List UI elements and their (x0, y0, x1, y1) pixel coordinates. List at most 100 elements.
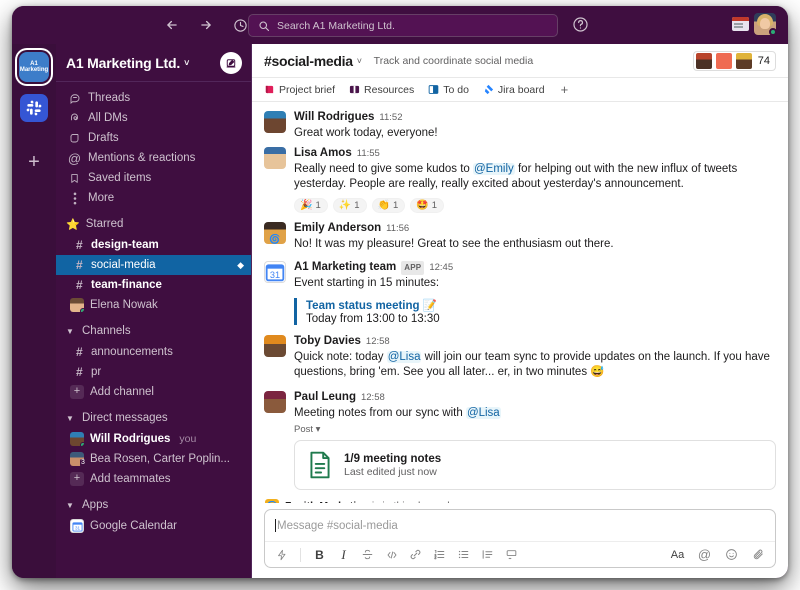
mention-link[interactable]: @Lisa (465, 406, 501, 419)
sidebar-item-all-dms[interactable]: All DMs (56, 108, 251, 128)
ordered-list-icon[interactable] (432, 547, 447, 562)
message-header: Toby Davies 12:58 (294, 334, 776, 349)
workspace-name-button[interactable]: A1 Marketing Ltd. ˅ (66, 55, 189, 71)
message-timestamp[interactable]: 12:58 (366, 335, 390, 349)
reaction-emoji: ✨ (338, 199, 352, 211)
message-timestamp[interactable]: 12:45 (429, 261, 453, 275)
sidebar-item-drafts[interactable]: Drafts (56, 128, 251, 148)
sidebar-item-group-dm[interactable]: 3 Bea Rosen, Carter Poplin... (56, 449, 251, 469)
channel-topic[interactable]: Track and coordinate social media (374, 55, 534, 67)
sidebar-item-mentions[interactable]: @ Mentions & reactions (56, 148, 251, 168)
sidebar-item-social-media[interactable]: # social-media ◆ (56, 255, 251, 275)
message-timestamp[interactable]: 12:58 (361, 391, 385, 405)
sidebar-item-will-rodrigues[interactable]: Will Rodrigues you (56, 429, 251, 449)
strikethrough-icon[interactable] (360, 547, 375, 562)
add-tab-button[interactable]: + (559, 82, 569, 97)
reaction-chip[interactable]: 🎉 1 (294, 197, 328, 213)
message-line: Quick note: today (294, 350, 387, 363)
composer-right-tools: Aa @ (670, 547, 766, 562)
compose-button[interactable] (220, 51, 242, 74)
reaction-chip[interactable]: ✨ 1 (332, 197, 367, 213)
add-channel-button[interactable]: + Add channel (56, 382, 251, 402)
avatar[interactable]: 🌀 (264, 221, 286, 244)
message-author[interactable]: Will Rodrigues (294, 110, 374, 124)
message-timestamp[interactable]: 11:56 (386, 222, 409, 236)
join-notice-name[interactable]: Zenith Marketing (285, 500, 369, 503)
tab-project-brief[interactable]: Project brief (264, 84, 335, 96)
message-list[interactable]: Will Rodrigues 11:52 Great work today, e… (252, 102, 788, 503)
hash-icon: # (76, 238, 83, 252)
section-header-channels[interactable]: ▼ Channels (56, 320, 251, 342)
section-header-direct-messages[interactable]: ▼ Direct messages (56, 407, 251, 429)
reaction-chip[interactable]: 🤩 1 (410, 197, 444, 213)
workspace-switcher-icon[interactable]: A1 Marketing (19, 52, 49, 82)
add-teammates-button[interactable]: + Add teammates (56, 469, 251, 489)
event-title-link[interactable]: Team status meeting 📝 (306, 298, 776, 312)
sidebar-item-more[interactable]: More (56, 188, 251, 208)
add-workspace-label: + (28, 150, 40, 173)
file-subtitle: Last edited just now (344, 465, 437, 478)
tab-resources[interactable]: Resources (349, 84, 414, 96)
tab-to-do[interactable]: To do (428, 84, 469, 96)
link-icon[interactable] (408, 547, 423, 562)
add-workspace-icon[interactable]: + (20, 148, 48, 176)
bold-icon[interactable]: B (312, 547, 327, 562)
avatar[interactable] (264, 146, 286, 169)
status-emoji: 🌀 (269, 233, 281, 244)
section-header-starred[interactable]: ⭐ Starred (56, 213, 251, 235)
channel-name-button[interactable]: #social-media ˅ (264, 53, 362, 69)
message-author[interactable]: Toby Davies (294, 334, 361, 348)
avatar[interactable] (264, 390, 286, 413)
mention-link[interactable]: @Emily (473, 162, 515, 175)
code-block-icon[interactable] (504, 547, 519, 562)
avatar[interactable] (264, 111, 286, 133)
shortcuts-icon[interactable] (274, 547, 289, 562)
sidebar-item-saved[interactable]: Saved items (56, 168, 251, 188)
sidebar-item-elena-nowak[interactable]: Elena Nowak (56, 295, 251, 315)
mention-icon[interactable]: @ (697, 547, 712, 562)
sidebar: A1 Marketing Ltd. ˅ Threads All DMs Draf… (56, 44, 252, 578)
sidebar-item-announcements[interactable]: # announcements (56, 342, 251, 362)
bulleted-list-icon[interactable] (456, 547, 471, 562)
attachment-icon[interactable] (751, 547, 766, 562)
text-caret (275, 519, 276, 532)
book-icon (264, 84, 275, 95)
tab-jira-board[interactable]: Jira board (483, 84, 545, 96)
section-header-apps[interactable]: ▼ Apps (56, 494, 251, 516)
message-author[interactable]: Paul Leung (294, 390, 356, 404)
blockquote-icon[interactable] (480, 547, 495, 562)
sidebar-item-pr[interactable]: # pr (56, 362, 251, 382)
sidebar-item-design-team[interactable]: # design-team (56, 235, 251, 255)
message-author[interactable]: Emily Anderson (294, 221, 381, 235)
post-type-label[interactable]: Post ▾ (294, 424, 776, 435)
message-body: A1 Marketing team APP 12:45 Event starti… (294, 260, 776, 325)
slack-app-icon[interactable] (20, 94, 48, 122)
message-author[interactable]: Lisa Amos (294, 146, 352, 160)
member-list-button[interactable]: 74 (692, 50, 776, 71)
avatar[interactable] (264, 334, 286, 357)
clock-history-icon[interactable] (230, 15, 250, 35)
help-icon[interactable] (572, 16, 591, 35)
sidebar-item-threads[interactable]: Threads (56, 88, 251, 108)
mention-link[interactable]: @Lisa (386, 350, 422, 363)
message-input[interactable]: Message #social-media (265, 510, 775, 541)
window-preview-icon[interactable] (732, 17, 749, 31)
code-icon[interactable] (384, 547, 399, 562)
message-timestamp[interactable]: 11:55 (357, 147, 380, 161)
message-text: Quick note: today @Lisa will join our te… (294, 350, 776, 381)
file-attachment-card[interactable]: 1/9 meeting notes Last edited just now (294, 440, 776, 490)
forward-arrow-icon[interactable] (196, 15, 216, 35)
reaction-chip[interactable]: 👏 1 (371, 197, 406, 213)
back-arrow-icon[interactable] (162, 15, 182, 35)
message-timestamp[interactable]: 11:52 (379, 111, 402, 125)
message-author[interactable]: A1 Marketing team (294, 260, 396, 274)
formatting-icon[interactable]: Aa (670, 547, 685, 562)
user-avatar-wrapper[interactable] (754, 13, 777, 36)
sidebar-item-google-calendar[interactable]: 31 Google Calendar (56, 516, 251, 536)
google-calendar-avatar[interactable]: 31 (264, 261, 286, 283)
search-input[interactable]: Search A1 Marketing Ltd. (248, 14, 558, 37)
join-notice-text: Zenith Marketing is in this channel (285, 500, 450, 503)
sidebar-item-team-finance[interactable]: # team-finance (56, 275, 251, 295)
italic-icon[interactable]: I (336, 547, 351, 562)
emoji-icon[interactable] (724, 547, 739, 562)
